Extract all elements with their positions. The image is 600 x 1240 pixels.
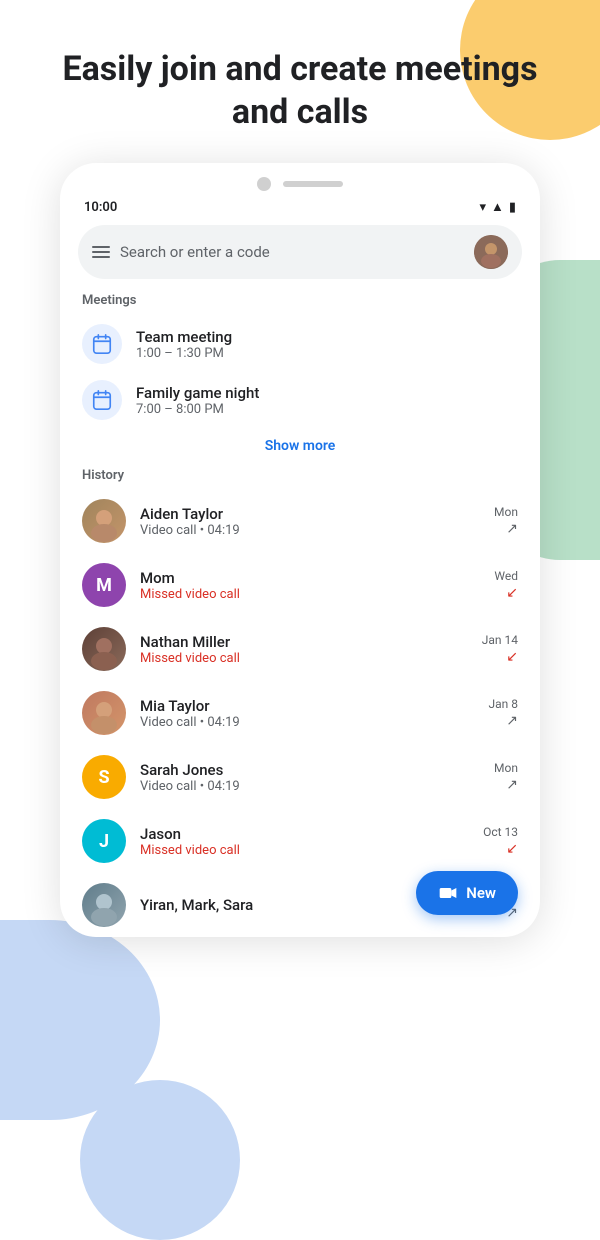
history-name: Mia Taylor: [140, 697, 475, 715]
fab-label: New: [466, 884, 496, 902]
avatar-mia: [82, 691, 126, 735]
avatar-yiran: [82, 883, 126, 927]
phone-mockup: 10:00 ▾ ▲ ▮ Search or enter a code Meeti…: [60, 163, 540, 937]
phone-speaker: [283, 181, 343, 187]
new-meeting-fab[interactable]: New: [416, 871, 518, 915]
history-info-sarah: Sarah Jones Video call • 04:19: [140, 761, 480, 794]
hero-title: Easily join and create meetings and call…: [0, 0, 600, 163]
show-more-button[interactable]: Show more: [60, 428, 540, 464]
history-date: Mon: [494, 505, 518, 519]
meeting-item[interactable]: Team meeting 1:00 – 1:30 PM: [60, 316, 540, 372]
history-name: Mom: [140, 569, 480, 587]
history-subtitle: Missed video call: [140, 843, 469, 858]
history-date: Mon: [494, 761, 518, 775]
search-bar[interactable]: Search or enter a code: [78, 225, 522, 279]
history-meta-sarah: Mon ↗: [494, 761, 518, 793]
history-name: Sarah Jones: [140, 761, 480, 779]
history-meta-nathan: Jan 14 ↙: [482, 633, 518, 665]
avatar-jason: J: [82, 819, 126, 863]
history-subtitle: Video call • 04:19: [140, 715, 475, 730]
history-item-mia[interactable]: Mia Taylor Video call • 04:19 Jan 8 ↗: [60, 681, 540, 745]
history-info-mia: Mia Taylor Video call • 04:19: [140, 697, 475, 730]
history-name: Nathan Miller: [140, 633, 468, 651]
meeting-title: Team meeting: [136, 328, 232, 346]
signal-icon: ▲: [491, 199, 504, 215]
history-subtitle: Video call • 04:19: [140, 779, 480, 794]
history-section-label: History: [60, 464, 540, 489]
history-item-nathan[interactable]: Nathan Miller Missed video call Jan 14 ↙: [60, 617, 540, 681]
bg-blue-shape2: [80, 1080, 240, 1240]
history-subtitle: Video call • 04:19: [140, 523, 480, 538]
meeting-time: 1:00 – 1:30 PM: [136, 346, 232, 361]
battery-icon: ▮: [509, 200, 516, 215]
history-date: Wed: [494, 569, 518, 583]
meeting-title: Family game night: [136, 384, 259, 402]
status-time: 10:00: [84, 200, 117, 215]
history-date: Jan 8: [489, 697, 519, 711]
missed-call-icon: ↙: [506, 585, 518, 601]
outgoing-call-icon: ↗: [506, 521, 518, 537]
history-info-mom: Mom Missed video call: [140, 569, 480, 602]
history-meta-mia: Jan 8 ↗: [489, 697, 519, 729]
avatar-initial: M: [96, 575, 112, 596]
meeting-item[interactable]: Family game night 7:00 – 8:00 PM: [60, 372, 540, 428]
phone-top-bar: [60, 163, 540, 191]
calendar-icon: [82, 324, 122, 364]
history-meta-jason: Oct 13 ↙: [483, 825, 518, 857]
status-icons: ▾ ▲ ▮: [479, 199, 516, 215]
meetings-section-label: Meetings: [60, 291, 540, 316]
outgoing-call-icon: ↗: [506, 713, 518, 729]
history-item-aiden[interactable]: Aiden Taylor Video call • 04:19 Mon ↗: [60, 489, 540, 553]
history-subtitle: Missed video call: [140, 651, 468, 666]
history-meta-aiden: Mon ↗: [494, 505, 518, 537]
outgoing-call-icon: ↗: [506, 777, 518, 793]
avatar-nathan: [82, 627, 126, 671]
video-camera-icon: [438, 883, 458, 903]
user-avatar[interactable]: [474, 235, 508, 269]
meeting-time: 7:00 – 8:00 PM: [136, 402, 259, 417]
avatar-aiden: [82, 499, 126, 543]
phone-camera: [257, 177, 271, 191]
avatar-initial: S: [98, 767, 109, 788]
meeting-info: Family game night 7:00 – 8:00 PM: [136, 384, 259, 417]
avatar-sarah: S: [82, 755, 126, 799]
history-item-jason[interactable]: J Jason Missed video call Oct 13 ↙: [60, 809, 540, 873]
avatar-mom: M: [82, 563, 126, 607]
wifi-icon: ▾: [479, 200, 486, 215]
history-name: Aiden Taylor: [140, 505, 480, 523]
history-name: Jason: [140, 825, 469, 843]
avatar-initial: J: [99, 831, 109, 852]
status-bar: 10:00 ▾ ▲ ▮: [60, 191, 540, 221]
history-item-mom[interactable]: M Mom Missed video call Wed ↙: [60, 553, 540, 617]
history-date: Jan 14: [482, 633, 518, 647]
history-info-aiden: Aiden Taylor Video call • 04:19: [140, 505, 480, 538]
calendar-icon: [82, 380, 122, 420]
history-list: Aiden Taylor Video call • 04:19 Mon ↗ M …: [60, 489, 540, 937]
missed-call-icon: ↙: [506, 841, 518, 857]
history-meta-mom: Wed ↙: [494, 569, 518, 601]
menu-icon[interactable]: [92, 246, 110, 258]
history-info-nathan: Nathan Miller Missed video call: [140, 633, 468, 666]
history-date: Oct 13: [483, 825, 518, 839]
history-item-sarah[interactable]: S Sarah Jones Video call • 04:19 Mon ↗: [60, 745, 540, 809]
history-subtitle: Missed video call: [140, 587, 480, 602]
meeting-info: Team meeting 1:00 – 1:30 PM: [136, 328, 232, 361]
missed-call-icon: ↙: [506, 649, 518, 665]
search-placeholder: Search or enter a code: [120, 243, 464, 261]
history-info-jason: Jason Missed video call: [140, 825, 469, 858]
